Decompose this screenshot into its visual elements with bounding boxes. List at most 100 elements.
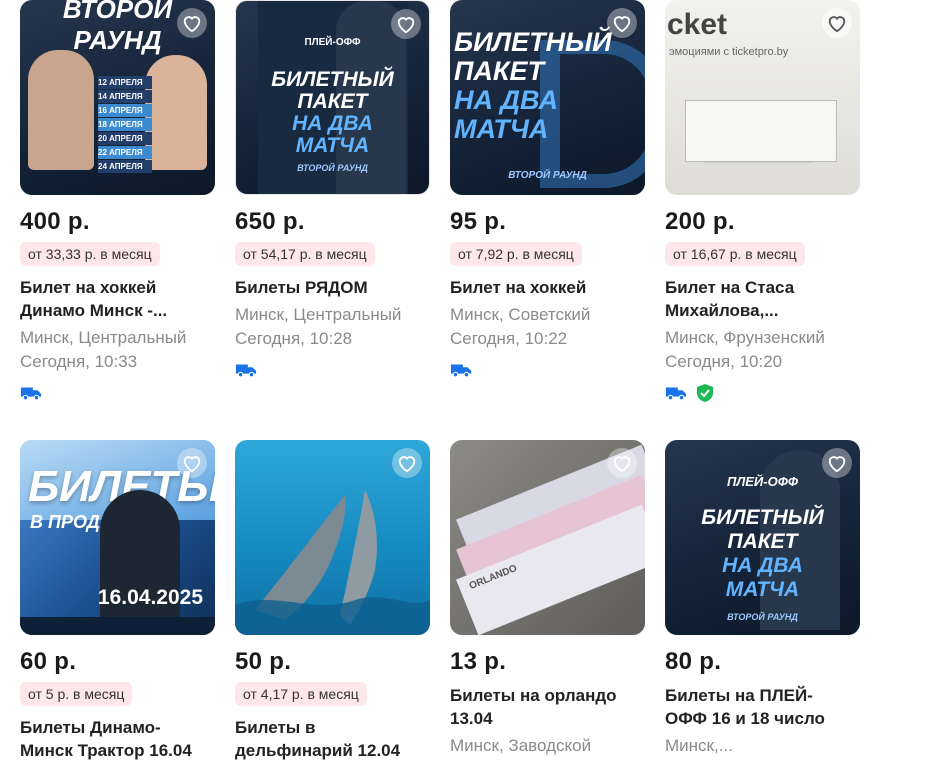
schedule-date: 16 АПРЕЛЯ (98, 104, 152, 117)
caption-line: НА ДВА (292, 112, 373, 135)
listing-title[interactable]: Билеты Динамо- Минск Трактор 16.04 (20, 716, 215, 762)
title-line: Билет на хоккей (20, 278, 157, 297)
title-line: Билеты РЯДОМ (235, 278, 368, 297)
installment-badge: от 54,17 р. в месяц (235, 242, 375, 266)
listing-price: 95 р. (450, 208, 507, 235)
listing-title[interactable]: Билет на хоккей Динамо Минск -... (20, 276, 215, 322)
installment-badge: от 5 р. в месяц (20, 682, 133, 706)
listing-badges (235, 359, 430, 381)
image-caption: ВТОРОЙ РАУНД (727, 612, 798, 622)
caption-line: МАТЧА (295, 134, 370, 157)
player-face-right (145, 55, 207, 170)
image-caption: ПЛЕЙ-ОФФ (304, 37, 361, 48)
listing-image[interactable]: cket эмоциями с ticketpro.by (665, 0, 860, 195)
listing-location: Минск, Фрунзенский (665, 328, 825, 347)
image-caption: cket (667, 8, 728, 41)
favorite-heart-icon[interactable] (391, 9, 421, 39)
listing-location: Минск, Центральный (20, 328, 187, 347)
listing-image[interactable]: БИЛЕТЫ В ПРОДАЖЕ 16.04.2025 (20, 440, 215, 635)
listing-card[interactable]: ПЛЕЙ-ОФФ БИЛЕТНЫЙ ПАКЕТ НА ДВА МАТЧА ВТОРОЙ… (235, 0, 430, 381)
delivery-truck-icon (20, 387, 42, 401)
listing-title[interactable]: Билеты в дельфинарий 12.04 (235, 716, 430, 762)
listing-card[interactable]: ORLANDO 13 р. Билеты на орландо 13.04 Мин… (450, 440, 645, 758)
schedule-date: 14 АПРЕЛЯ (98, 90, 152, 103)
listing-image[interactable]: ПЛЕЙ-ОФФ БИЛЕТНЫЙ ПАКЕТ НА ДВА МАТЧА ВТОРОЙ… (665, 440, 860, 635)
installment-badge: от 4,17 р. в месяц (235, 682, 367, 706)
listing-price: 80 р. (665, 648, 722, 675)
title-line: 13.04 (450, 709, 493, 728)
caption-line: НА ДВА (722, 554, 803, 577)
delivery-truck-icon (450, 364, 472, 378)
image-caption: 16.04.2025 (97, 586, 203, 609)
listing-price: 650 р. (235, 208, 305, 235)
installment-badge: от 33,33 р. в месяц (20, 242, 160, 266)
schedule-date: 24 АПРЕЛЯ (98, 160, 152, 173)
favorite-heart-icon[interactable] (177, 448, 207, 478)
installment-badge: от 16,67 р. в месяц (665, 242, 805, 266)
caption-line: ПАКЕТ (727, 530, 798, 553)
listing-image[interactable]: ПЛЕЙ-ОФФ БИЛЕТНЫЙ ПАКЕТ НА ДВА МАТЧА ВТОРОЙ… (235, 0, 430, 195)
schedule-list: 12 АПРЕЛЯ 14 АПРЕЛЯ 16 АПРЕЛЯ 18 АПРЕЛЯ … (98, 76, 152, 173)
image-caption: БИЛЕТНЫЙ ПАКЕТ НА ДВА МАТЧА (665, 506, 860, 602)
favorite-heart-icon[interactable] (822, 8, 852, 38)
favorite-heart-icon[interactable] (392, 448, 422, 478)
listing-location: Минск,... (665, 736, 733, 755)
caption-line: МАТЧА (725, 578, 800, 601)
ticket-stub (685, 100, 837, 162)
favorite-heart-icon[interactable] (822, 448, 852, 478)
listing-title[interactable]: Билеты на ПЛЕЙ- ОФФ 16 и 18 число (665, 684, 860, 730)
schedule-date: 20 АПРЕЛЯ (98, 132, 152, 145)
title-line: Билеты Динамо- (20, 718, 161, 737)
installment-badge: от 7,92 р. в месяц (450, 242, 582, 266)
listing-title[interactable]: Билеты РЯДОМ (235, 276, 430, 299)
caption-line: БИЛЕТНЫЙ (271, 68, 394, 91)
caption-line: МАТЧА (454, 114, 549, 144)
listing-image[interactable]: ВТОРОЙ РАУНД 12 АПРЕЛЯ 14 АПРЕЛЯ 16 АПРЕ… (20, 0, 215, 195)
schedule-date: 22 АПРЕЛЯ (98, 146, 152, 159)
listing-card[interactable]: БИЛЕТНЫЙ ПАКЕТ НА ДВА МАТЧА ВТОРОЙ РАУНД 95… (450, 0, 645, 381)
listing-price: 200 р. (665, 208, 735, 235)
listing-location: Минск, Заводской (450, 736, 592, 755)
listing-card[interactable]: cket эмоциями с ticketpro.by 200 р. от 1… (665, 0, 860, 404)
image-caption: эмоциями с ticketpro.by (669, 46, 789, 58)
title-line: Минск Трактор 16.04 (20, 741, 192, 760)
listing-title[interactable]: Билет на Стаса Михайлова,... (665, 276, 860, 322)
caption-line: ПАКЕТ (454, 56, 545, 86)
listing-title[interactable]: Билет на хоккей (450, 276, 645, 299)
title-line: Билет на Стаса (665, 278, 795, 297)
listing-image[interactable] (235, 440, 430, 635)
listing-title[interactable]: Билеты на орландо 13.04 (450, 684, 645, 730)
image-caption: БИЛЕТНЫЙ ПАКЕТ НА ДВА МАТЧА (236, 69, 429, 157)
caption-line: БИЛЕТНЫЙ (701, 506, 824, 529)
title-line: Динамо Минск -... (20, 301, 168, 320)
title-line: Билеты в (235, 718, 316, 737)
listing-time: Сегодня, 10:20 (665, 352, 783, 371)
favorite-heart-icon[interactable] (177, 8, 207, 38)
schedule-date: 12 АПРЕЛЯ (98, 76, 152, 89)
delivery-truck-icon (235, 364, 257, 378)
listing-card[interactable]: БИЛЕТЫ В ПРОДАЖЕ 16.04.2025 60 р. от 5 р… (20, 440, 215, 762)
listing-time: Сегодня, 10:33 (20, 352, 138, 371)
listing-image[interactable]: БИЛЕТНЫЙ ПАКЕТ НА ДВА МАТЧА ВТОРОЙ РАУНД (450, 0, 645, 195)
delivery-truck-icon (665, 387, 687, 401)
listing-time: Сегодня, 10:28 (235, 329, 353, 348)
title-line: Билеты на ПЛЕЙ- (665, 686, 813, 705)
listing-card[interactable]: ПЛЕЙ-ОФФ БИЛЕТНЫЙ ПАКЕТ НА ДВА МАТЧА ВТОРОЙ… (665, 440, 860, 758)
listing-location: Минск, Центральный (235, 305, 402, 324)
title-line: Билеты на орландо (450, 686, 617, 705)
title-line: дельфинарий 12.04 (235, 741, 401, 760)
verified-shield-icon (697, 384, 713, 402)
listing-image[interactable]: ORLANDO (450, 440, 645, 635)
listing-time: Сегодня, 10:22 (450, 329, 568, 348)
favorite-heart-icon[interactable] (607, 448, 637, 478)
image-caption: ВТОРОЙ РАУНД (508, 170, 587, 181)
listing-price: 13 р. (450, 648, 507, 675)
ticket-rules-icons (703, 162, 813, 183)
caption-line: ПАКЕТ (297, 90, 368, 113)
listing-card[interactable]: ВТОРОЙ РАУНД 12 АПРЕЛЯ 14 АПРЕЛЯ 16 АПРЕ… (20, 0, 215, 404)
listing-card[interactable]: 50 р. от 4,17 р. в месяц Билеты в дельфин… (235, 440, 430, 762)
listing-badges (665, 382, 860, 404)
listing-price: 400 р. (20, 208, 90, 235)
favorite-heart-icon[interactable] (607, 8, 637, 38)
listing-price: 60 р. (20, 648, 77, 675)
